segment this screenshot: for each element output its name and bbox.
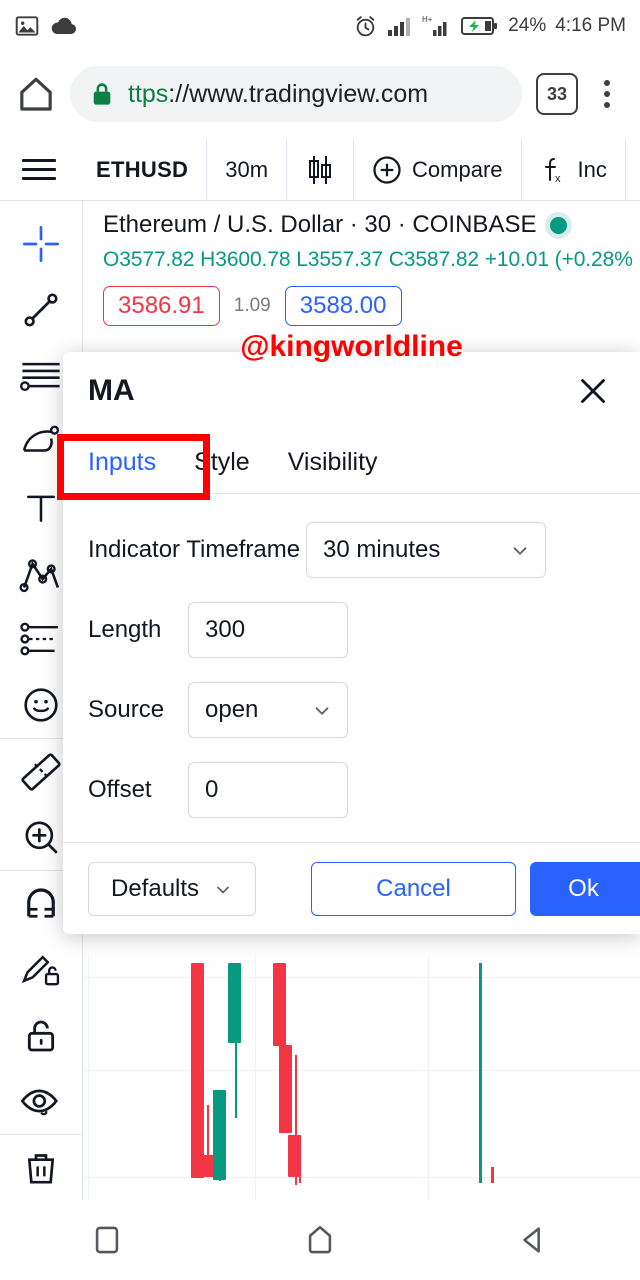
legend-symbol-title: Ethereum / U.S. Dollar · 30 · COINBASE — [103, 211, 537, 238]
row-source: Source open — [88, 670, 615, 750]
lock-drawings-tool[interactable] — [0, 1002, 83, 1068]
cloud-icon — [50, 15, 78, 37]
alarm-clock-icon — [353, 14, 378, 39]
tab-count-button[interactable]: 33 — [536, 73, 578, 115]
home-pentagon-icon[interactable] — [284, 1210, 356, 1270]
tv-top-toolbar: ETHUSD 30m Compare x Inc — [0, 139, 640, 201]
indicator-timeframe-select[interactable]: 30 minutes — [306, 522, 546, 578]
back-triangle-icon[interactable] — [497, 1210, 569, 1270]
interval-button[interactable]: 30m — [207, 139, 288, 200]
image-icon — [14, 13, 40, 39]
lock-icon — [90, 81, 114, 107]
ask-price[interactable]: 3588.00 — [284, 286, 402, 326]
crosshair-tool[interactable] — [0, 211, 83, 277]
tab-style[interactable]: Style — [194, 448, 250, 493]
defaults-button[interactable]: Defaults — [88, 861, 257, 916]
symbol-button[interactable]: ETHUSD — [78, 139, 208, 200]
spread-value: 1.09 — [233, 295, 271, 316]
trend-line-tool[interactable] — [0, 277, 83, 343]
indicator-timeframe-value: 30 minutes — [323, 536, 441, 563]
dialog-header: MA @kingworldline — [63, 330, 640, 430]
battery-charging-icon — [459, 15, 499, 37]
cancel-button[interactable]: Cancel — [311, 861, 516, 916]
fx-icon: x — [540, 154, 568, 186]
battery-percent: 24% — [508, 15, 547, 36]
length-label: Length — [88, 616, 162, 643]
indicators-button[interactable]: x Inc — [522, 139, 626, 200]
length-input[interactable]: 300 — [188, 602, 348, 658]
svg-text:x: x — [555, 173, 561, 185]
status-bar: H+ 24% 4:16 PM — [0, 0, 640, 52]
chart-type-button[interactable] — [287, 139, 355, 200]
hplus-signal-icon: H+ — [422, 14, 450, 38]
ohlc-values: O3577.82 H3600.78 L3557.37 C3587.82 +10.… — [103, 248, 633, 271]
url-scheme: ttps — [128, 79, 169, 108]
chart-legend: Ethereum / U.S. Dollar · 30 · COINBASE O… — [83, 201, 640, 326]
market-open-dot — [550, 216, 568, 234]
candlestick-series — [83, 955, 640, 1200]
chevron-down-icon — [311, 700, 331, 720]
tab-inputs[interactable]: Inputs — [88, 448, 156, 493]
dialog-footer: Defaults Cancel Ok — [63, 842, 640, 934]
row-length: Length 300 — [88, 590, 615, 670]
hide-drawings-tool[interactable] — [0, 1068, 83, 1134]
bid-price[interactable]: 3586.91 — [103, 286, 220, 326]
close-icon[interactable] — [571, 369, 615, 413]
drawing-mode-lock-tool[interactable] — [0, 936, 83, 1002]
signal-bars-icon — [387, 15, 413, 37]
square-recents-icon[interactable] — [71, 1210, 143, 1270]
indicators-label: Inc — [577, 156, 607, 182]
url-host: ://www.tradingview.com — [168, 79, 429, 108]
compare-label: Compare — [412, 156, 503, 182]
indicator-timeframe-label: Indicator Timeframe — [88, 536, 301, 563]
source-select[interactable]: open — [188, 682, 348, 738]
row-indicator-timeframe: Indicator Timeframe 30 minutes — [88, 510, 615, 590]
tab-visibility[interactable]: Visibility — [288, 448, 378, 493]
svg-text:H+: H+ — [422, 15, 433, 24]
watermark-text: @kingworldline — [240, 330, 463, 363]
dialog-body: Indicator Timeframe 30 minutes Length 30… — [63, 494, 640, 842]
offset-label: Offset — [88, 776, 152, 803]
browser-toolbar: ttps://www.tradingview.com 33 — [0, 52, 640, 136]
row-offset: Offset 0 — [88, 750, 615, 830]
offset-input[interactable]: 0 — [188, 762, 348, 818]
dialog-tabs: Inputs Style Visibility — [57, 430, 640, 500]
tv-menu-button[interactable] — [0, 139, 78, 200]
kebab-menu-icon[interactable] — [590, 80, 624, 108]
remove-drawings-tool[interactable] — [0, 1134, 83, 1200]
ma-settings-dialog: MA @kingworldline Inputs Style Visibilit… — [57, 330, 640, 934]
source-label: Source — [88, 696, 165, 723]
ok-button[interactable]: Ok — [530, 861, 640, 916]
chevron-down-icon — [213, 879, 233, 899]
plus-circle-icon — [372, 155, 402, 185]
hamburger-icon — [22, 159, 56, 180]
home-icon[interactable] — [16, 74, 56, 114]
phone-screen: H+ 24% 4:16 PM ttps://www.tradingview.co… — [0, 0, 640, 1280]
address-bar[interactable]: ttps://www.tradingview.com — [70, 66, 522, 122]
android-nav-bar — [0, 1200, 640, 1280]
chevron-down-icon — [509, 540, 529, 560]
source-value: open — [205, 696, 259, 723]
dialog-title: MA — [88, 374, 135, 407]
candlestick-icon — [305, 153, 335, 187]
compare-button[interactable]: Compare — [354, 139, 522, 200]
clock-time: 4:16 PM — [555, 15, 626, 36]
defaults-label: Defaults — [111, 874, 200, 902]
